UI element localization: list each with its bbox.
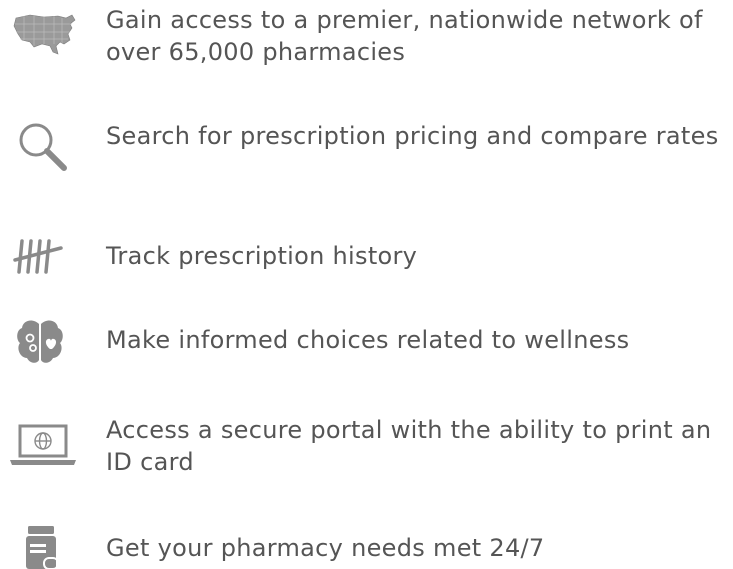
feature-text: Get your pharmacy needs met 24/7: [106, 534, 545, 562]
laptop-globe-icon: [8, 424, 78, 468]
feature-text: Make informed choices related to wellnes…: [106, 326, 630, 354]
pill-bottle-icon: [20, 524, 64, 569]
feature-text: Access a secure portal with the ability …: [106, 416, 712, 476]
tally-marks-icon: [12, 236, 66, 276]
brain-icon: [14, 318, 66, 366]
us-map-icon: [10, 10, 80, 58]
feature-text: Gain access to a premier, nationwide net…: [106, 6, 703, 66]
feature-text: Search for prescription pricing and comp…: [106, 122, 719, 150]
feature-text: Track prescription history: [106, 242, 418, 270]
search-icon: [14, 118, 70, 174]
